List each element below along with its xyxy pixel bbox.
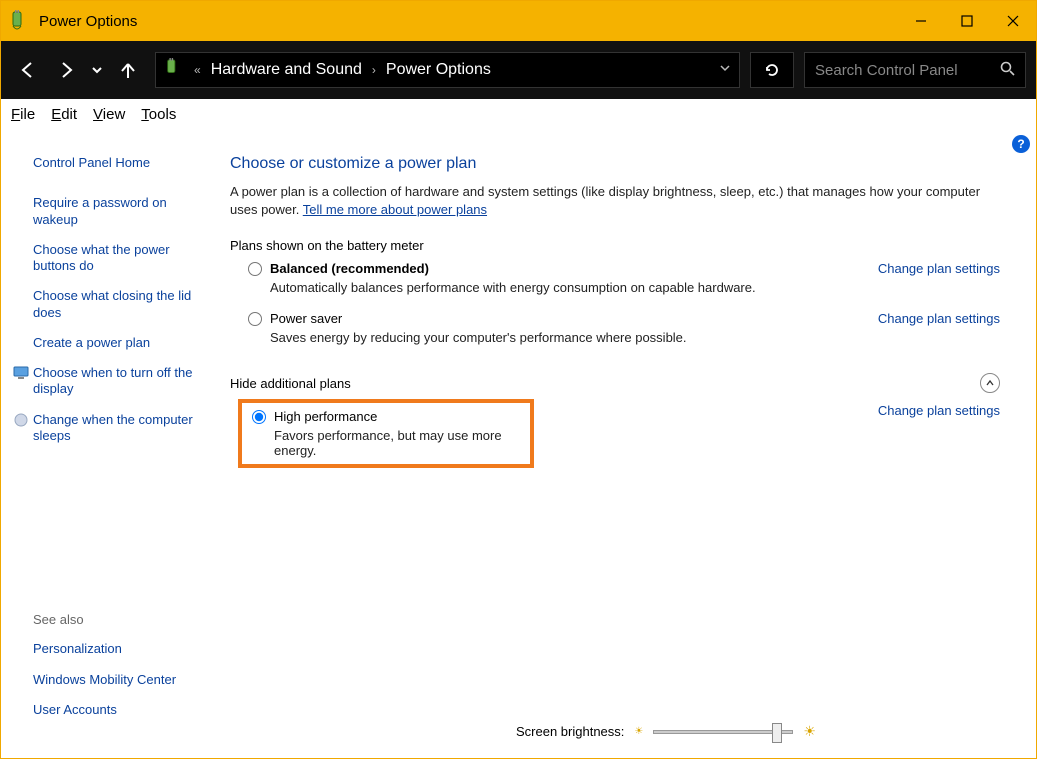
brightness-slider-thumb[interactable]: [772, 723, 782, 743]
page-heading: Choose or customize a power plan: [230, 155, 1000, 173]
menu-view[interactable]: View: [93, 106, 125, 123]
sidebar-link-closing-lid[interactable]: Choose what closing the lid does: [33, 288, 206, 321]
brightness-slider[interactable]: [653, 730, 793, 734]
main-panel: Choose or customize a power plan A power…: [216, 129, 1036, 758]
monitor-icon: [13, 365, 29, 381]
plan-saver-desc: Saves energy by reducing your computer's…: [270, 330, 868, 345]
address-dropdown-icon[interactable]: [719, 61, 731, 79]
plan-saver-radio[interactable]: [248, 312, 262, 326]
search-input[interactable]: Search Control Panel: [804, 52, 1026, 88]
up-button[interactable]: [111, 53, 145, 87]
sidebar-seealso-personalization[interactable]: Personalization: [33, 641, 213, 657]
page-description: A power plan is a collection of hardware…: [230, 183, 1000, 218]
plan-high-name: High performance: [274, 409, 377, 424]
collapse-button[interactable]: [980, 373, 1000, 393]
breadcrumb-prev-icon[interactable]: «: [190, 63, 205, 77]
see-also-label: See also: [33, 612, 213, 627]
plan-high-radio[interactable]: [252, 410, 266, 424]
menu-edit[interactable]: Edit: [51, 106, 77, 123]
change-plan-saver-link[interactable]: Change plan settings: [878, 311, 1000, 326]
window-title: Power Options: [39, 13, 137, 30]
sun-bright-icon: ☀: [803, 723, 816, 740]
back-button[interactable]: [11, 53, 45, 87]
plan-balanced-name: Balanced (recommended): [270, 261, 429, 276]
refresh-button[interactable]: [750, 52, 794, 88]
plan-power-saver: Power saver Saves energy by reducing you…: [248, 311, 1000, 355]
plan-balanced-radio[interactable]: [248, 262, 262, 276]
minimize-button[interactable]: [898, 1, 944, 41]
plan-balanced-desc: Automatically balances performance with …: [270, 280, 868, 295]
close-button[interactable]: [990, 1, 1036, 41]
sidebar-link-computer-sleeps[interactable]: Change when the computer sleeps: [33, 412, 206, 445]
plans-section-label: Plans shown on the battery meter: [230, 238, 1000, 253]
power-options-icon: [9, 10, 31, 32]
breadcrumb-sep-icon[interactable]: ›: [368, 63, 380, 77]
plan-saver-name: Power saver: [270, 311, 342, 326]
brightness-footer: Screen brightness: ☀ ☀: [516, 723, 996, 740]
address-bar[interactable]: « Hardware and Sound › Power Options: [155, 52, 740, 88]
breadcrumb-current[interactable]: Power Options: [386, 61, 491, 79]
plan-balanced: Balanced (recommended) Automatically bal…: [248, 261, 1000, 305]
sun-dim-icon: ☀: [634, 726, 643, 737]
titlebar: Power Options: [1, 1, 1036, 41]
sidebar-link-power-buttons[interactable]: Choose what the power buttons do: [33, 242, 206, 275]
search-icon: [1000, 61, 1015, 80]
search-placeholder: Search Control Panel: [815, 62, 992, 79]
tell-me-more-link[interactable]: Tell me more about power plans: [303, 202, 487, 217]
recent-dropdown[interactable]: [87, 53, 107, 87]
highlight-box: High performance Favors performance, but…: [238, 399, 534, 468]
hide-additional-label: Hide additional plans: [230, 376, 980, 391]
sidebar-seealso-mobility[interactable]: Windows Mobility Center: [33, 672, 213, 688]
sidebar-home-link[interactable]: Control Panel Home: [33, 155, 206, 171]
sidebar-link-turn-off-display[interactable]: Choose when to turn off the display: [33, 365, 206, 398]
sidebar-seealso-accounts[interactable]: User Accounts: [33, 702, 213, 718]
forward-button[interactable]: [49, 53, 83, 87]
change-plan-high-link[interactable]: Change plan settings: [878, 403, 1000, 418]
maximize-button[interactable]: [944, 1, 990, 41]
hide-additional-row: Hide additional plans: [230, 373, 1000, 393]
navbar: « Hardware and Sound › Power Options Sea…: [1, 41, 1036, 99]
menu-file[interactable]: File: [11, 106, 35, 123]
sidebar: Control Panel Home Require a password on…: [1, 129, 216, 758]
breadcrumb-parent[interactable]: Hardware and Sound: [211, 61, 362, 79]
plan-high-desc: Favors performance, but may use more ene…: [274, 428, 520, 458]
change-plan-balanced-link[interactable]: Change plan settings: [878, 261, 1000, 276]
menu-tools[interactable]: Tools: [141, 106, 176, 123]
control-panel-icon: [164, 58, 184, 83]
sidebar-link-create-plan[interactable]: Create a power plan: [33, 335, 206, 351]
sidebar-link-password[interactable]: Require a password on wakeup: [33, 195, 206, 228]
plan-high-performance-row: High performance Favors performance, but…: [230, 393, 1000, 468]
menubar: File Edit View Tools: [1, 99, 1036, 129]
brightness-label: Screen brightness:: [516, 724, 624, 739]
moon-icon: [13, 412, 29, 428]
